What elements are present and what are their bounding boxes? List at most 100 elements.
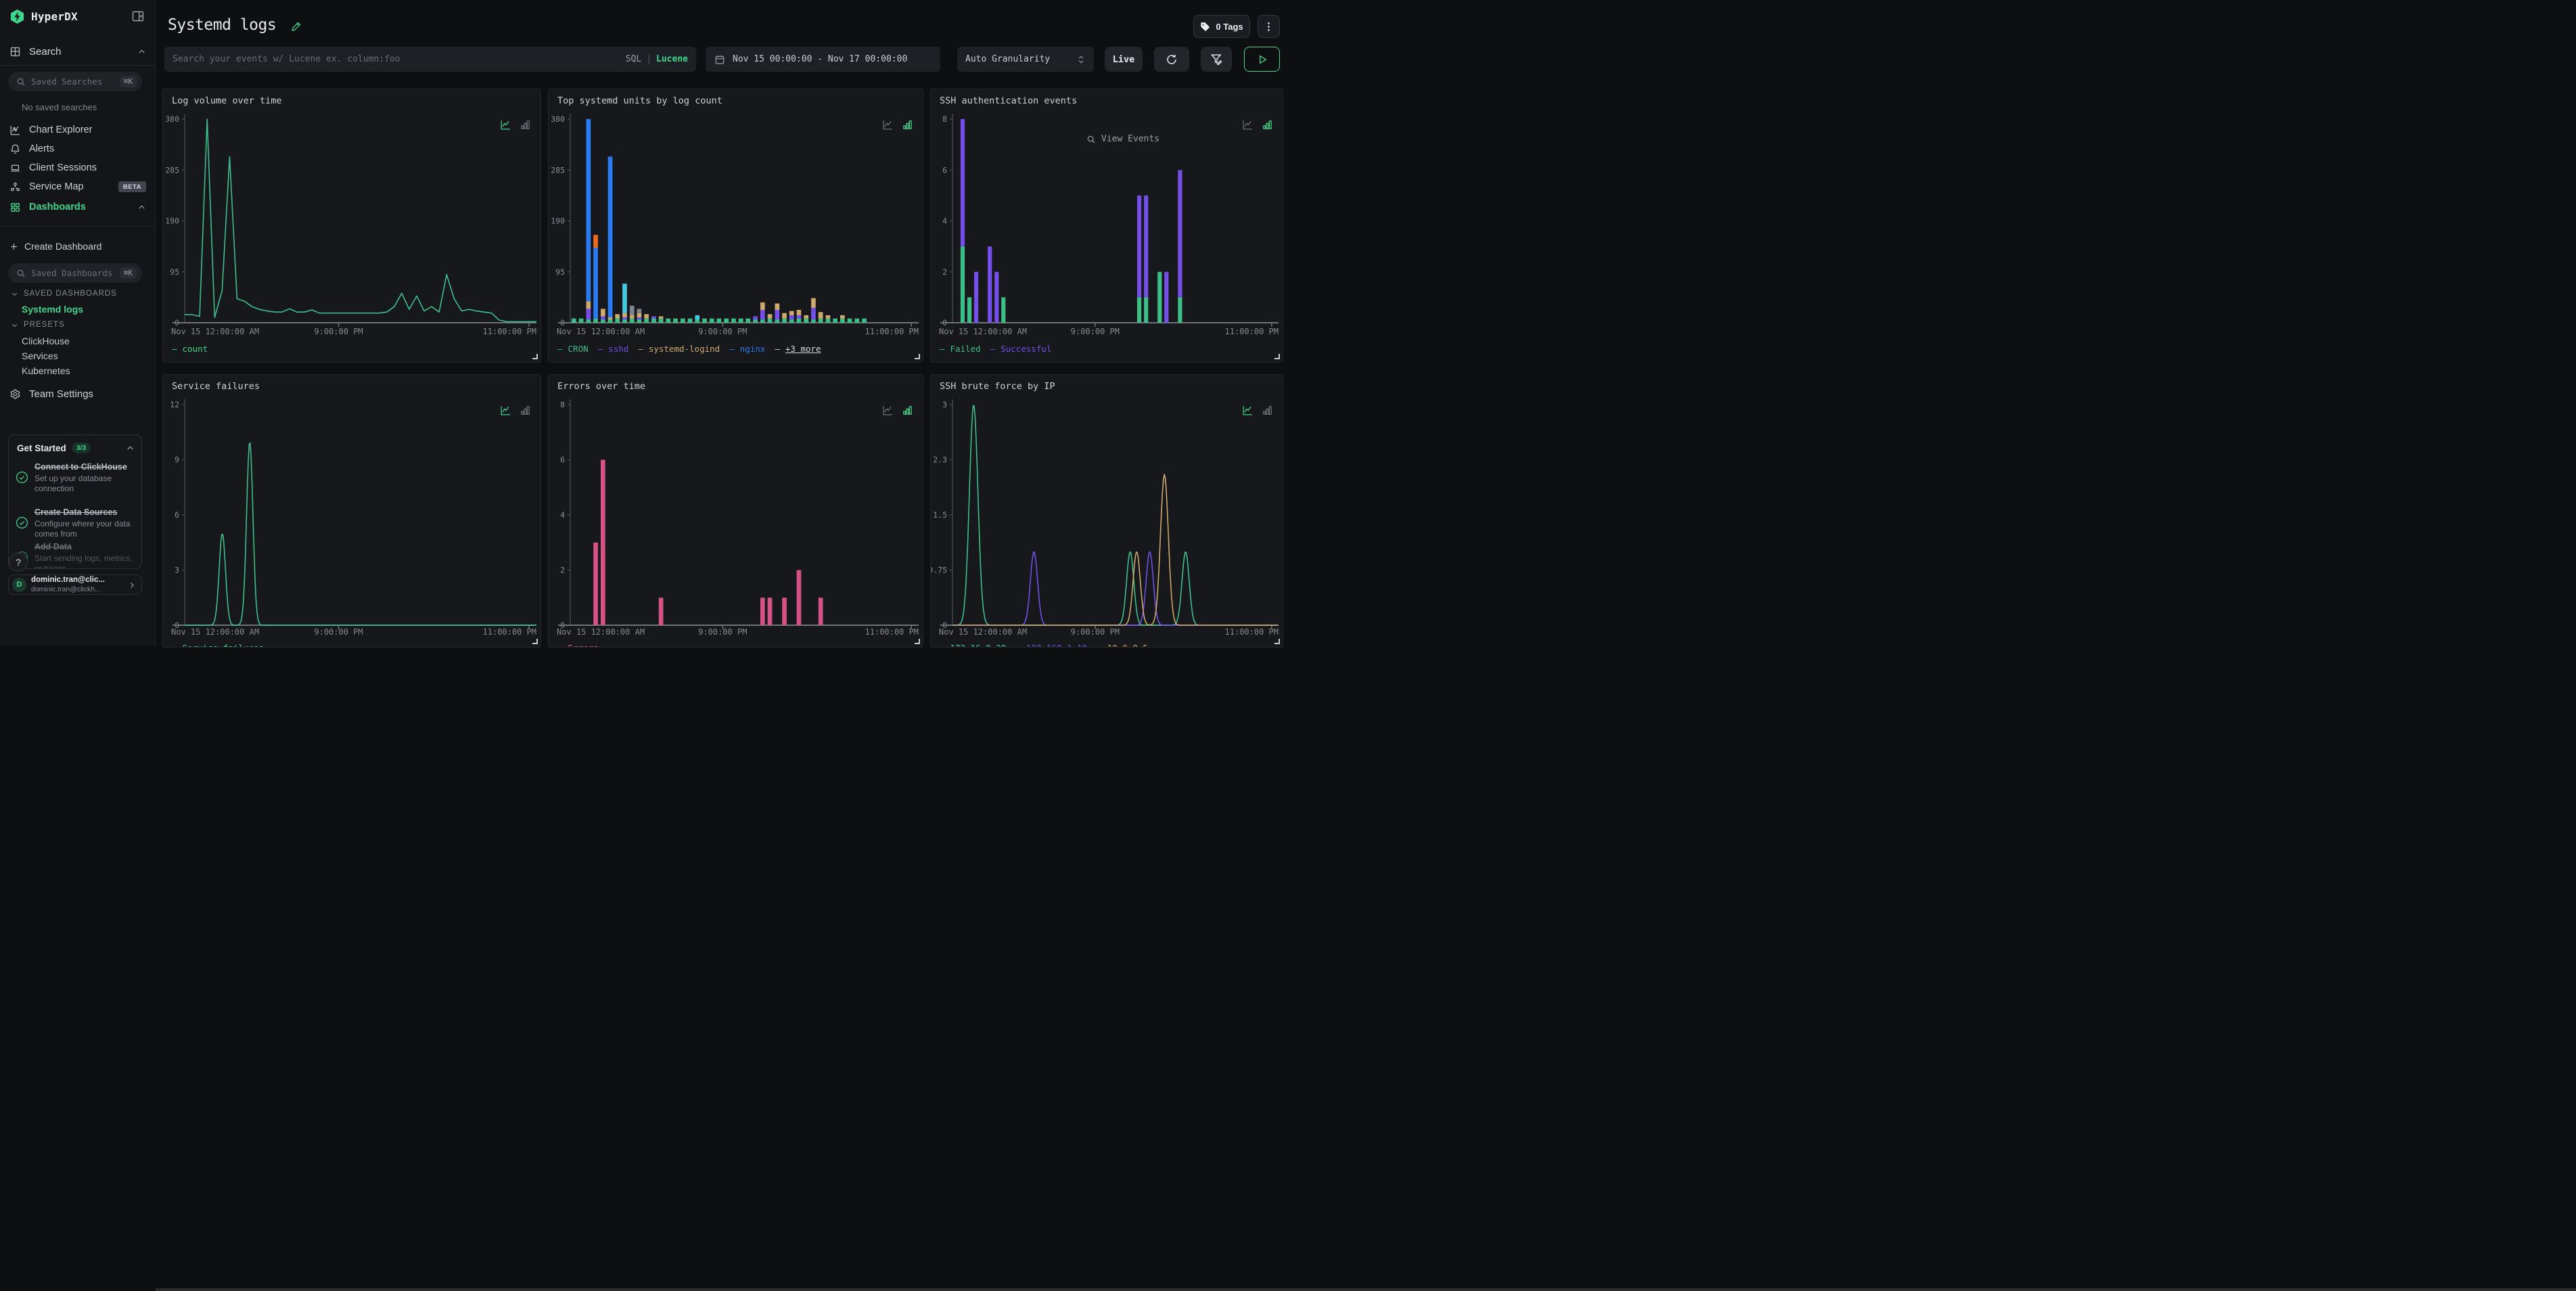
- help-label: ?: [16, 557, 21, 568]
- legend-label: Successful: [1001, 344, 1051, 354]
- legend-item[interactable]: —Failed: [940, 344, 981, 354]
- svg-text:Nov 15 12:00:00 AM: Nov 15 12:00:00 AM: [939, 627, 1027, 637]
- legend-label: +3 more: [785, 344, 821, 354]
- create-dashboard-button[interactable]: Create Dashboard: [0, 238, 156, 254]
- saved-dashboards-section-header[interactable]: SAVED DASHBOARDS: [11, 290, 117, 298]
- run-query-button[interactable]: [1244, 47, 1280, 72]
- live-button[interactable]: Live: [1105, 47, 1143, 72]
- legend-swatch: —: [1015, 643, 1021, 648]
- legend-label: Failed: [950, 344, 981, 354]
- svg-text:190: 190: [165, 217, 179, 226]
- get-started-title: Get Started: [17, 443, 66, 453]
- svg-text:3: 3: [175, 566, 179, 575]
- svg-text:11:00:00 PM: 11:00:00 PM: [865, 627, 919, 637]
- legend-item[interactable]: —Service failures: [172, 643, 264, 648]
- legend-item[interactable]: —+3 more: [775, 344, 821, 354]
- sidebar-item-service-map[interactable]: Service Map BETA: [0, 177, 156, 196]
- line-chart-toggle-icon[interactable]: [882, 405, 894, 416]
- line-chart-toggle-icon[interactable]: [1242, 405, 1254, 416]
- date-range-picker[interactable]: Nov 15 00:00:00 - Nov 17 00:00:00: [706, 47, 940, 72]
- chart-title: Errors over time: [557, 381, 645, 392]
- svg-text:6: 6: [560, 455, 565, 465]
- bar-chart-toggle-icon[interactable]: [520, 405, 531, 416]
- sidebar-item-alerts[interactable]: Alerts: [0, 139, 156, 158]
- presets-section-header[interactable]: PRESETS: [11, 321, 65, 329]
- line-chart-toggle-icon[interactable]: [500, 405, 511, 416]
- legend-item[interactable]: —Errors: [557, 643, 599, 648]
- get-started-step[interactable]: Add Data Start sending logs, metrics, or…: [16, 541, 139, 569]
- chevron-up-icon[interactable]: [126, 444, 135, 453]
- saved-searches-input[interactable]: Saved Searches ⌘K: [8, 72, 142, 91]
- sidebar-item-client-sessions[interactable]: Client Sessions: [0, 158, 156, 177]
- hyperdx-logo-icon: [9, 9, 25, 24]
- tag-icon: [1200, 22, 1210, 32]
- user-menu[interactable]: D dominic.tran@clic... dominic.tran@clic…: [8, 574, 142, 595]
- sidebar-item-clickhouse[interactable]: ClickHouse: [22, 336, 70, 346]
- svg-text:0.75: 0.75: [931, 566, 947, 575]
- bar-chart-toggle-icon[interactable]: [902, 119, 913, 131]
- resize-handle[interactable]: [1274, 354, 1280, 359]
- more-options-button[interactable]: ⋮: [1258, 15, 1280, 38]
- svg-text:11:00:00 PM: 11:00:00 PM: [483, 327, 536, 336]
- event-search-input[interactable]: Search your events w/ Lucene ex. column:…: [164, 47, 696, 72]
- bar-chart-toggle-icon[interactable]: [902, 405, 913, 416]
- help-button[interactable]: ?: [9, 553, 28, 572]
- saved-dashboards-input[interactable]: Saved Dashboards ⌘K: [8, 263, 142, 283]
- line-chart-toggle-icon[interactable]: [500, 119, 511, 131]
- sidebar-item-label: Client Sessions: [29, 162, 146, 173]
- sidebar-item-team-settings[interactable]: Team Settings: [0, 384, 156, 403]
- legend-item[interactable]: —CRON: [557, 344, 589, 354]
- tags-button[interactable]: 0 Tags: [1193, 15, 1250, 38]
- svg-text:95: 95: [555, 267, 565, 277]
- get-started-step[interactable]: Create Data Sources Configure where your…: [16, 506, 139, 539]
- filter-edit-button[interactable]: [1201, 47, 1232, 72]
- legend-item[interactable]: —nginx: [729, 344, 765, 354]
- sidebar-item-services[interactable]: Services: [22, 350, 58, 361]
- legend-item[interactable]: —count: [172, 344, 208, 354]
- bar-chart-toggle-icon[interactable]: [520, 119, 531, 131]
- calendar-icon: [714, 54, 725, 65]
- resize-handle[interactable]: [915, 639, 920, 644]
- chevron-up-icon[interactable]: [137, 203, 146, 212]
- chevron-down-icon: [11, 321, 18, 329]
- sidebar-item-systemd-logs[interactable]: Systemd logs: [22, 304, 83, 315]
- svg-text:9:00:00 PM: 9:00:00 PM: [698, 327, 747, 336]
- sidebar-item-kubernetes[interactable]: Kubernetes: [22, 365, 70, 376]
- svg-text:11:00:00 PM: 11:00:00 PM: [1225, 327, 1279, 336]
- legend-label: nginx: [740, 344, 766, 354]
- bar-chart-toggle-icon[interactable]: [1262, 119, 1273, 131]
- resize-handle[interactable]: [915, 354, 920, 359]
- collapse-sidebar-icon[interactable]: [131, 9, 145, 23]
- edit-title-pencil-icon[interactable]: [291, 20, 302, 32]
- svg-text:9:00:00 PM: 9:00:00 PM: [314, 327, 363, 336]
- granularity-select[interactable]: Auto Granularity: [957, 47, 1094, 72]
- legend-item[interactable]: —systemd-logind: [638, 344, 720, 354]
- legend-item[interactable]: —172.16.0.20: [940, 643, 1006, 648]
- sidebar-item-search[interactable]: Search: [0, 42, 156, 61]
- view-events-link[interactable]: View Events: [1086, 134, 1159, 144]
- legend-item[interactable]: —sshd: [598, 344, 629, 354]
- legend-item[interactable]: —10.0.0.5: [1097, 643, 1148, 648]
- tags-label: 0 Tags: [1216, 22, 1243, 32]
- sidebar-item-chart-explorer[interactable]: Chart Explorer: [0, 120, 156, 139]
- line-chart-toggle-icon[interactable]: [1242, 119, 1254, 131]
- resize-handle[interactable]: [532, 354, 538, 359]
- lucene-toggle[interactable]: Lucene: [656, 54, 688, 64]
- legend-item[interactable]: —Successful: [990, 344, 1052, 354]
- sql-toggle[interactable]: SQL: [626, 54, 641, 64]
- bar-chart-toggle-icon[interactable]: [1262, 405, 1273, 416]
- line-chart-toggle-icon[interactable]: [882, 119, 894, 131]
- get-started-step[interactable]: Connect to ClickHouse Set up your databa…: [16, 461, 139, 494]
- refresh-button[interactable]: [1154, 47, 1189, 72]
- sidebar-item-dashboards[interactable]: Dashboards: [0, 198, 156, 217]
- beta-badge: BETA: [118, 181, 146, 192]
- kebab-icon: ⋮: [1264, 20, 1274, 32]
- svg-text:6: 6: [175, 510, 179, 520]
- legend-item[interactable]: —192.168.1.10: [1015, 643, 1087, 648]
- resize-handle[interactable]: [532, 639, 538, 644]
- resize-handle[interactable]: [1274, 639, 1280, 644]
- legend-swatch: —: [557, 344, 563, 354]
- chart-legend: —Errors: [557, 643, 599, 648]
- horizontal-scrollbar[interactable]: [156, 1288, 2576, 1291]
- chevron-up-icon[interactable]: [137, 47, 146, 56]
